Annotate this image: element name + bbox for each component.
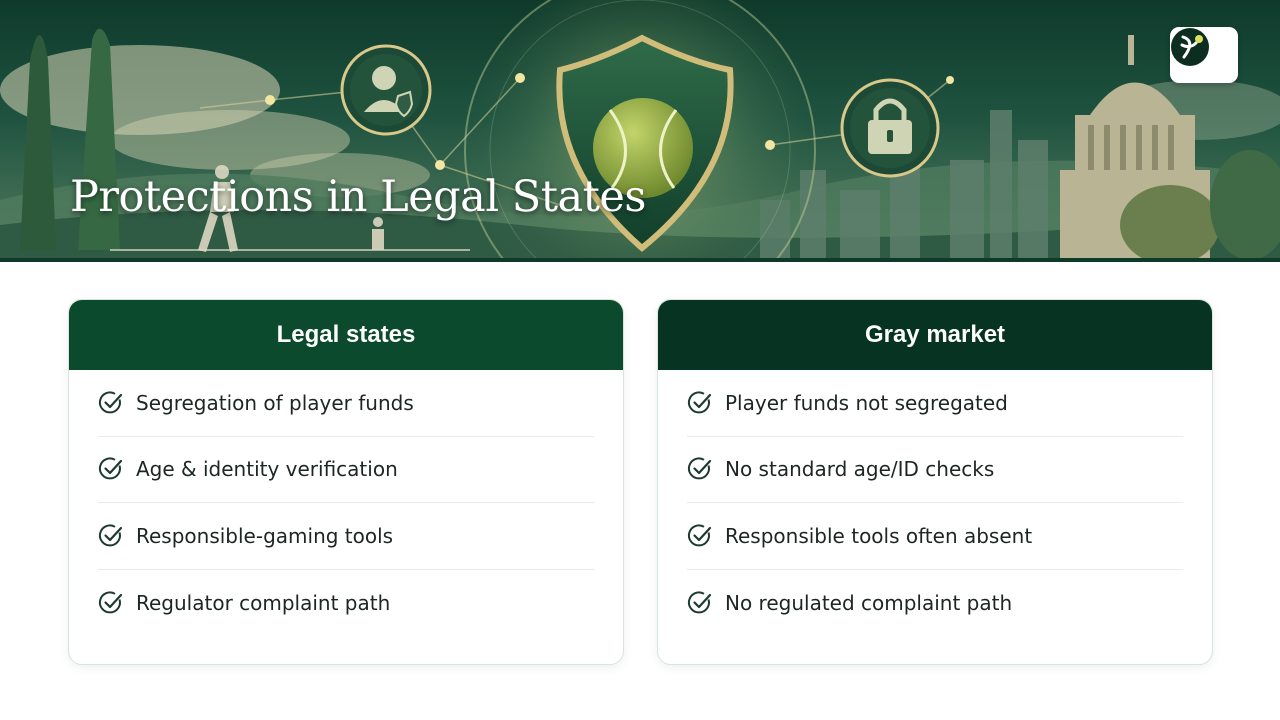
list-item-label: Age & identity verification [136,457,398,482]
check-circle-icon [687,390,713,416]
gray-market-header: Gray market [658,300,1212,370]
list-item-label: Segregation of player funds [136,390,414,415]
lock-icon [840,78,940,178]
list-item: Segregation of player funds [98,370,594,437]
hero-banner: Protections in Legal States [0,0,1280,262]
legal-states-header: Legal states [69,300,623,370]
check-circle-icon [687,523,713,549]
brand-logo[interactable] [1170,27,1238,83]
list-item-label: No regulated complaint path [725,590,1013,615]
gray-market-list: Player funds not segregated No standard … [658,370,1212,636]
legal-states-title: Legal states [276,321,416,348]
tennis-ball-logo-icon [1171,28,1209,66]
check-circle-icon [98,456,124,482]
list-item-label: Regulator complaint path [136,590,391,615]
legal-states-list: Segregation of player funds Age & identi… [69,370,623,636]
list-item-label: Player funds not segregated [725,390,1008,415]
check-circle-icon [98,590,124,616]
page-title: Protections in Legal States [70,172,646,222]
check-circle-icon [687,456,713,482]
list-item: Responsible-gaming tools [98,503,594,570]
list-item-label: Responsible-gaming tools [136,523,394,548]
list-item: Player funds not segregated [687,370,1183,437]
user-verified-icon [340,44,432,136]
gray-market-title: Gray market [864,321,1006,348]
gray-market-card: Gray market Player funds not segregated … [657,299,1213,665]
list-item: Age & identity verification [98,437,594,503]
banner-divider [0,258,1280,262]
list-item-label: No standard age/ID checks [725,457,995,482]
list-item-label: Responsible tools often absent [725,523,1033,548]
check-circle-icon [98,523,124,549]
legal-states-card: Legal states Segregation of player funds… [68,299,624,665]
check-circle-icon [98,390,124,416]
check-circle-icon [687,590,713,616]
list-item: Responsible tools often absent [687,503,1183,570]
list-item: Regulator complaint path [98,570,594,637]
banner-illustration [0,0,1280,262]
list-item: No regulated complaint path [687,570,1183,637]
list-item: No standard age/ID checks [687,437,1183,503]
